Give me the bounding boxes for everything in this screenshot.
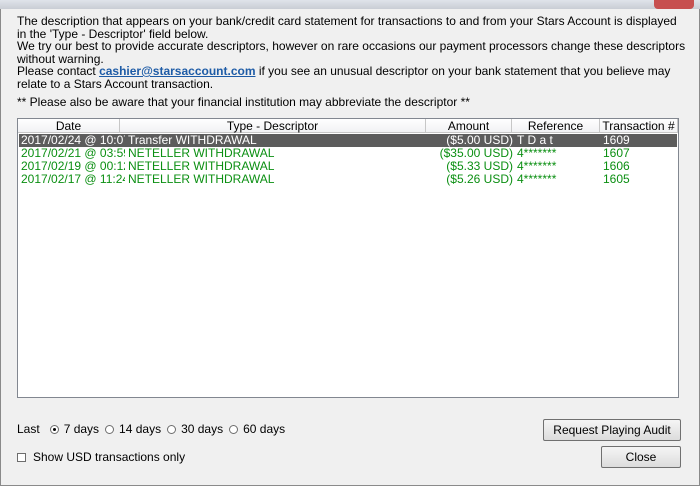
intro-line-3: Please contact cashier@starsaccount.com … bbox=[17, 65, 689, 90]
radio-7-days-label[interactable]: 7 days bbox=[64, 422, 99, 436]
table-row[interactable]: 2017/02/24 @ 10:07 Transfer WITHDRAWAL (… bbox=[19, 134, 677, 147]
row-reference: 4******* bbox=[517, 160, 557, 173]
col-header-amount[interactable]: Amount bbox=[426, 119, 512, 133]
row-date: 2017/02/19 @ 00:12 bbox=[21, 160, 125, 173]
request-playing-audit-button[interactable]: Request Playing Audit bbox=[543, 419, 681, 441]
period-label: Last bbox=[17, 422, 40, 436]
table-row[interactable]: 2017/02/17 @ 11:24 NETELLER WITHDRAWAL (… bbox=[19, 173, 677, 186]
intro-line-1: The description that appears on your ban… bbox=[17, 14, 677, 41]
window-close-icon[interactable] bbox=[654, 0, 694, 9]
table-row[interactable]: 2017/02/21 @ 03:59 NETELLER WITHDRAWAL (… bbox=[19, 147, 677, 160]
table-header: Date Type - Descriptor Amount Reference … bbox=[18, 119, 678, 134]
intro-line-2: We try our best to provide accurate desc… bbox=[17, 39, 686, 66]
row-amount: ($35.00 USD) bbox=[439, 147, 513, 160]
col-header-reference[interactable]: Reference bbox=[512, 119, 600, 133]
radio-14-days[interactable] bbox=[105, 424, 115, 434]
row-reference: 4******* bbox=[517, 147, 557, 160]
title-bar-fill bbox=[0, 0, 700, 9]
row-type: NETELLER WITHDRAWAL bbox=[128, 173, 275, 186]
radio-60-days[interactable] bbox=[229, 424, 239, 434]
radio-30-days-label[interactable]: 30 days bbox=[181, 422, 223, 436]
row-amount: ($5.33 USD) bbox=[446, 160, 513, 173]
table-row[interactable]: 2017/02/19 @ 00:12 NETELLER WITHDRAWAL (… bbox=[19, 160, 677, 173]
col-header-transaction[interactable]: Transaction # bbox=[600, 119, 678, 133]
title-bar bbox=[0, 0, 700, 9]
usd-only-option[interactable]: Show USD transactions only bbox=[17, 450, 185, 464]
row-type: NETELLER WITHDRAWAL bbox=[128, 147, 275, 160]
row-reference: T D a t bbox=[517, 134, 553, 147]
usd-only-label[interactable]: Show USD transactions only bbox=[33, 450, 185, 464]
row-type: Transfer WITHDRAWAL bbox=[128, 134, 257, 147]
row-transaction: 1609 bbox=[603, 134, 630, 147]
row-date: 2017/02/21 @ 03:59 bbox=[21, 147, 125, 160]
close-button[interactable]: Close bbox=[601, 446, 681, 468]
row-transaction: 1605 bbox=[603, 173, 630, 186]
col-header-date[interactable]: Date bbox=[18, 119, 120, 133]
radio-30-days[interactable] bbox=[167, 424, 177, 434]
row-transaction: 1606 bbox=[603, 160, 630, 173]
radio-7-days[interactable] bbox=[49, 424, 59, 434]
row-amount: ($5.00 USD) bbox=[446, 134, 513, 147]
row-transaction: 1607 bbox=[603, 147, 630, 160]
transactions-table[interactable]: Date Type - Descriptor Amount Reference … bbox=[17, 118, 679, 398]
abbreviation-note: ** Please also be aware that your financ… bbox=[17, 95, 470, 109]
row-type: NETELLER WITHDRAWAL bbox=[128, 160, 275, 173]
row-date: 2017/02/17 @ 11:24 bbox=[21, 173, 125, 186]
row-reference: 4******* bbox=[517, 173, 557, 186]
col-header-type[interactable]: Type - Descriptor bbox=[120, 119, 426, 133]
radio-14-days-label[interactable]: 14 days bbox=[119, 422, 161, 436]
row-amount: ($5.26 USD) bbox=[446, 173, 513, 186]
intro-text: The description that appears on your ban… bbox=[17, 15, 689, 90]
radio-60-days-label[interactable]: 60 days bbox=[243, 422, 285, 436]
row-date: 2017/02/24 @ 10:07 bbox=[21, 134, 125, 147]
usd-only-checkbox[interactable] bbox=[17, 452, 26, 462]
period-selector: Last 7 days 14 days 30 days 60 days bbox=[17, 422, 291, 436]
